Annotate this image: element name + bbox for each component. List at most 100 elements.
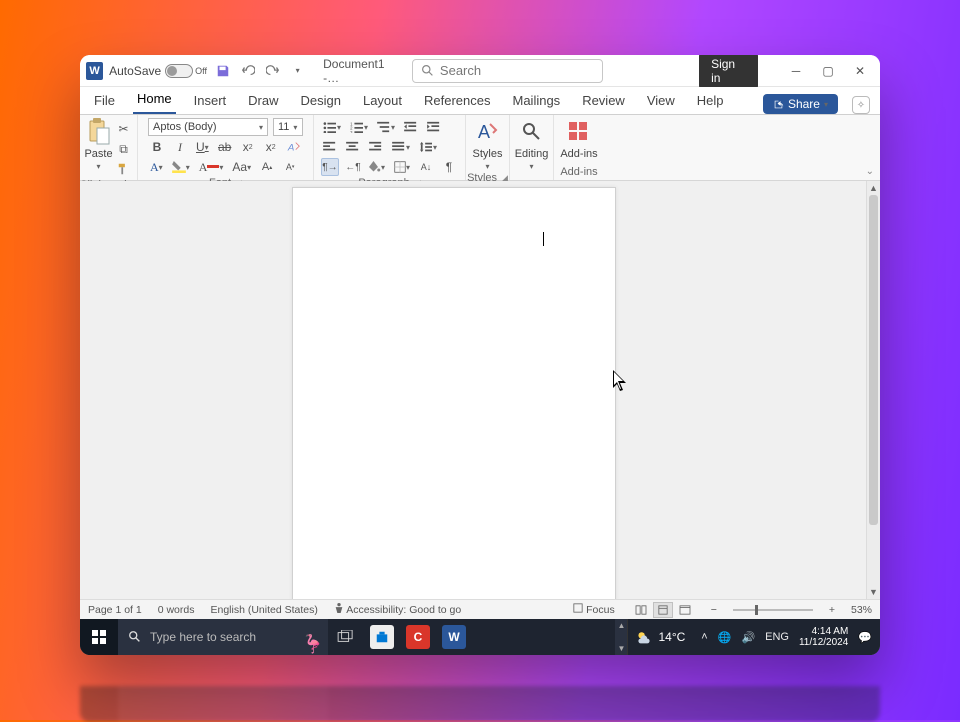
taskbar-scroll[interactable]: ▲▼ bbox=[615, 619, 627, 655]
share-button[interactable]: Share ▾ bbox=[763, 94, 838, 114]
weather-widget[interactable]: 14°C bbox=[627, 619, 693, 655]
tray-chevron-button[interactable]: ˄ bbox=[701, 631, 707, 643]
tab-review[interactable]: Review bbox=[578, 89, 629, 114]
bullets-button[interactable]: ▾ bbox=[321, 118, 343, 136]
taskbar-search[interactable]: Type here to search 🦩 bbox=[118, 619, 328, 655]
tab-references[interactable]: References bbox=[420, 89, 494, 114]
addins-group: Add-ins Add-ins bbox=[554, 115, 604, 180]
borders-button[interactable]: ▾ bbox=[392, 158, 412, 176]
numbering-button[interactable]: 123▾ bbox=[348, 118, 370, 136]
copilot-button[interactable]: ✧ bbox=[852, 96, 870, 114]
styles-button[interactable]: A Styles ▾ bbox=[473, 118, 503, 171]
word-app-button[interactable]: W bbox=[436, 619, 472, 655]
justify-button[interactable]: ▾ bbox=[390, 138, 412, 156]
shading-button[interactable]: ▾ bbox=[367, 158, 387, 176]
strikethrough-button[interactable]: ab bbox=[216, 138, 234, 156]
tab-help[interactable]: Help bbox=[693, 89, 728, 114]
status-page[interactable]: Page 1 of 1 bbox=[88, 604, 142, 616]
autosave-control[interactable]: AutoSave Off bbox=[109, 64, 207, 78]
word-app-icon: W bbox=[86, 62, 103, 80]
addins-button[interactable]: Add-ins bbox=[560, 118, 597, 160]
copy-button[interactable]: ⧉ bbox=[115, 140, 133, 158]
vertical-scrollbar[interactable]: ▲ ▼ bbox=[866, 181, 880, 599]
editing-button[interactable]: Editing ▾ bbox=[515, 118, 549, 171]
tab-mailings[interactable]: Mailings bbox=[509, 89, 565, 114]
align-right-button[interactable] bbox=[367, 138, 385, 156]
tab-file[interactable]: File bbox=[90, 89, 119, 114]
notifications-button[interactable]: 💬 bbox=[858, 631, 872, 644]
subscript-button[interactable]: x2 bbox=[239, 138, 257, 156]
multilevel-list-button[interactable]: ▾ bbox=[375, 118, 397, 136]
zoom-in-button[interactable]: + bbox=[829, 604, 835, 616]
recorder-app-button[interactable]: C bbox=[400, 619, 436, 655]
ltr-button[interactable]: ¶→ bbox=[321, 158, 339, 176]
font-size-combo[interactable]: 11▾ bbox=[273, 118, 303, 136]
line-spacing-button[interactable]: ▾ bbox=[417, 138, 439, 156]
undo-button[interactable] bbox=[238, 61, 257, 81]
superscript-button[interactable]: x2 bbox=[262, 138, 280, 156]
status-accessibility[interactable]: Accessibility: Good to go bbox=[334, 603, 461, 616]
cut-button[interactable]: ✂ bbox=[115, 120, 133, 138]
decrease-indent-button[interactable] bbox=[402, 118, 420, 136]
font-name-combo[interactable]: Aptos (Body)▾ bbox=[148, 118, 268, 136]
share-icon bbox=[773, 99, 784, 110]
focus-mode-button[interactable]: Focus bbox=[573, 603, 615, 616]
highlight-button[interactable]: ▾ bbox=[170, 158, 192, 176]
document-area[interactable]: ▲ ▼ bbox=[80, 181, 880, 599]
change-case-button[interactable]: Aa▾ bbox=[230, 158, 253, 176]
store-app-button[interactable] bbox=[364, 619, 400, 655]
tab-home[interactable]: Home bbox=[133, 87, 176, 114]
tab-insert[interactable]: Insert bbox=[190, 89, 231, 114]
web-layout-button[interactable] bbox=[675, 602, 695, 618]
redo-button[interactable] bbox=[263, 61, 282, 81]
increase-indent-button[interactable] bbox=[425, 118, 443, 136]
shrink-font-button[interactable]: A▾ bbox=[281, 158, 299, 176]
tab-draw[interactable]: Draw bbox=[244, 89, 282, 114]
font-color-button[interactable]: A▾ bbox=[197, 158, 226, 176]
format-painter-button[interactable] bbox=[115, 160, 133, 178]
input-language[interactable]: ENG bbox=[765, 631, 789, 643]
scroll-thumb[interactable] bbox=[869, 195, 878, 525]
minimize-button[interactable]: ─ bbox=[782, 59, 810, 83]
zoom-out-button[interactable]: − bbox=[711, 604, 717, 616]
zoom-level[interactable]: 53% bbox=[851, 604, 872, 616]
qat-customize-button[interactable]: ▾ bbox=[288, 61, 307, 81]
sort-button[interactable]: A↓ bbox=[417, 158, 435, 176]
grow-font-button[interactable]: A▴ bbox=[258, 158, 276, 176]
zoom-slider[interactable] bbox=[733, 609, 813, 611]
align-left-button[interactable] bbox=[321, 138, 339, 156]
close-button[interactable]: ✕ bbox=[846, 59, 874, 83]
print-layout-button[interactable] bbox=[653, 602, 673, 618]
start-button[interactable] bbox=[80, 619, 118, 655]
volume-icon[interactable]: 🔊 bbox=[741, 631, 755, 644]
save-button[interactable] bbox=[213, 61, 232, 81]
search-input[interactable]: Search bbox=[412, 59, 603, 83]
italic-button[interactable]: I bbox=[171, 138, 189, 156]
tab-view[interactable]: View bbox=[643, 89, 679, 114]
paste-button[interactable]: Paste ▾ bbox=[84, 118, 112, 171]
underline-button[interactable]: U▾ bbox=[194, 138, 211, 156]
ribbon-collapse-button[interactable]: ⌄ bbox=[866, 166, 874, 177]
paste-icon bbox=[87, 118, 111, 146]
bold-button[interactable]: B bbox=[148, 138, 166, 156]
task-view-button[interactable] bbox=[328, 619, 364, 655]
align-center-button[interactable] bbox=[344, 138, 362, 156]
status-words[interactable]: 0 words bbox=[158, 604, 195, 616]
network-icon[interactable]: 🌐 bbox=[718, 631, 732, 644]
clear-formatting-button[interactable]: A bbox=[285, 138, 303, 156]
tab-layout[interactable]: Layout bbox=[359, 89, 406, 114]
tab-design[interactable]: Design bbox=[297, 89, 345, 114]
read-mode-button[interactable] bbox=[631, 602, 651, 618]
document-title[interactable]: Document1 -… bbox=[323, 57, 400, 85]
status-language[interactable]: English (United States) bbox=[210, 604, 317, 616]
font-color-style-button[interactable]: A▾ bbox=[148, 158, 165, 176]
rtl-button[interactable]: ←¶ bbox=[344, 158, 362, 176]
windows-taskbar: Type here to search 🦩 C W ▲▼ 14°C ˄ 🌐 🔊 … bbox=[80, 619, 880, 655]
maximize-button[interactable]: ▢ bbox=[814, 59, 842, 83]
scroll-down-button[interactable]: ▼ bbox=[867, 585, 880, 599]
clock-button[interactable]: 4:14 AM 11/12/2024 bbox=[799, 626, 848, 648]
document-page[interactable] bbox=[292, 187, 616, 599]
show-marks-button[interactable]: ¶ bbox=[440, 158, 458, 176]
scroll-up-button[interactable]: ▲ bbox=[867, 181, 880, 195]
signin-button[interactable]: Sign in bbox=[699, 55, 758, 89]
